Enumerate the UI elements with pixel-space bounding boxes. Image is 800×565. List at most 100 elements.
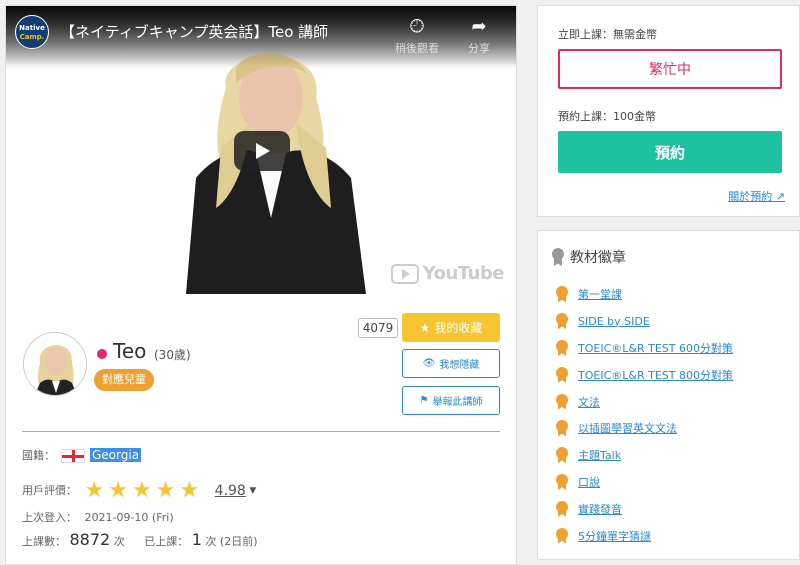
taken-ago: (2日前) xyxy=(219,535,258,548)
badge-item: 口說 xyxy=(556,469,733,496)
teacher-age: (30歲) xyxy=(154,348,191,362)
status-dot xyxy=(97,349,107,359)
badge-item: 主題Talk xyxy=(556,442,733,469)
badge-link[interactable]: SIDE by SIDE xyxy=(578,315,650,328)
badge-link[interactable]: 口說 xyxy=(578,474,600,490)
report-button-label: 舉報此講師 xyxy=(432,397,483,408)
youtube-logo[interactable]: YouTube xyxy=(390,263,505,284)
clock-icon: 🕘︎ xyxy=(409,16,425,37)
badges-title: 教材徽章 xyxy=(570,250,626,266)
taken-unit: 次 xyxy=(205,535,217,548)
medal-icon xyxy=(552,248,564,266)
last-login-value: 2021-09-10 (Fri) xyxy=(84,511,174,524)
star-icon: ★ xyxy=(155,478,176,503)
lesson-count-row: 上課數： 8872 次 已上課： 1 次 (2日前) xyxy=(22,530,258,549)
star-icon: ★ xyxy=(84,478,105,503)
badge-link[interactable]: 以插圖學習英文文法 xyxy=(578,420,677,436)
lessons-unit: 次 xyxy=(113,535,125,548)
medal-icon xyxy=(556,393,568,410)
taken-value: 1 xyxy=(191,530,202,549)
last-login-label: 上次登入： xyxy=(22,511,77,524)
taken-label: 已上課： xyxy=(144,535,189,548)
badge-list: 第一堂課 SIDE by SIDE TOEIC®L&R TEST 600分對策 … xyxy=(556,281,733,549)
star-icon: ★ xyxy=(131,478,152,503)
teacher-avatar xyxy=(23,332,87,396)
badge-item: 以插圖學習英文文法 xyxy=(556,415,733,442)
hide-button-label: 我想隱藏 xyxy=(439,360,480,371)
country-value: Georgia xyxy=(90,448,142,462)
star-icon: ★ xyxy=(419,320,431,335)
hide-teacher-button[interactable]: 👁︎ 我想隱藏 xyxy=(402,349,500,378)
share-label: 分享 xyxy=(468,42,490,55)
badge-item: TOEIC®L&R TEST 600分對策 xyxy=(556,335,733,362)
last-login-row: 上次登入： 2021-09-10 (Fri) xyxy=(22,509,174,525)
rating-value[interactable]: 4.98 xyxy=(215,483,246,499)
medal-icon xyxy=(556,366,568,383)
about-reservation-label: 關於預約 xyxy=(728,190,773,203)
medal-icon xyxy=(556,313,568,329)
badge-item: SIDE by SIDE xyxy=(556,308,733,335)
section-divider xyxy=(22,431,500,432)
avatar-image xyxy=(24,333,86,395)
badge-link[interactable]: 第一堂課 xyxy=(578,286,622,302)
country-row: 國籍： Georgia xyxy=(22,447,142,463)
favorite-button[interactable]: ★ 我的收藏 xyxy=(402,313,500,342)
channel-logo-text-2: Camp. xyxy=(19,33,45,41)
star-icon: ★ xyxy=(108,478,128,503)
badge-link[interactable]: 實踐發音 xyxy=(578,501,622,517)
teacher-name: Teo xyxy=(113,339,147,363)
badge-link[interactable]: 5分鐘單字猜謎 xyxy=(578,528,651,544)
rating-row: 用戶評價： ★ ★ ★ ★ ★ 4.98 ▼ xyxy=(22,480,256,502)
favorite-count: 4079 xyxy=(358,318,398,338)
badge-item: 第一堂課 xyxy=(556,281,733,308)
watch-later-label: 稍後觀看 xyxy=(395,42,439,55)
instant-lesson-label: 立即上課：無需金幣 xyxy=(558,28,657,41)
badge-link[interactable]: TOEIC®L&R TEST 800分對策 xyxy=(578,367,733,383)
badge-item: 5分鐘單字猜謎 xyxy=(556,522,733,549)
lessons-value: 8872 xyxy=(69,530,111,549)
teacher-profile-card: Native Camp. 【ネイティブキャンプ英会話】Teo 講師 🕘︎ 稍後觀… xyxy=(5,5,517,565)
badges-heading: 教材徽章 xyxy=(552,247,626,267)
lessons-label: 上課數： xyxy=(22,535,66,548)
medal-icon xyxy=(556,527,568,544)
report-teacher-button[interactable]: ⚑ 舉報此講師 xyxy=(402,386,500,415)
channel-logo-text-1: Native xyxy=(19,24,45,32)
medal-icon xyxy=(556,447,568,463)
reserve-button[interactable]: 預約 xyxy=(558,131,782,173)
watch-later-button[interactable]: 🕘︎ 稍後觀看 xyxy=(392,16,442,56)
badge-item: TOEIC®L&R TEST 800分對策 xyxy=(556,361,733,388)
kids-support-badge: 對應兒童 xyxy=(94,369,154,391)
video-title[interactable]: 【ネイティブキャンプ英会話】Teo 講師 xyxy=(60,21,328,42)
country-label: 國籍： xyxy=(22,449,55,462)
intro-video-player[interactable]: Native Camp. 【ネイティブキャンプ英会話】Teo 講師 🕘︎ 稍後觀… xyxy=(6,6,516,294)
medal-icon xyxy=(556,420,568,436)
medal-icon xyxy=(556,286,568,302)
favorite-button-label: 我的收藏 xyxy=(434,321,483,335)
star-icon: ★ xyxy=(179,478,200,503)
badge-item: 實踐發音 xyxy=(556,495,733,522)
booking-card: 立即上課：無需金幣 繁忙中 預約上課：100金幣 預約 關於預約 ↗ xyxy=(537,5,800,217)
eye-slash-icon: 👁︎ xyxy=(422,358,436,369)
material-badges-card: 教材徽章 第一堂課 SIDE by SIDE TOEIC®L&R TEST 60… xyxy=(537,230,800,560)
youtube-play-icon xyxy=(390,263,419,284)
medal-icon xyxy=(556,500,568,517)
medal-icon xyxy=(556,473,568,490)
caret-down-icon[interactable]: ▼ xyxy=(249,486,256,496)
badge-link[interactable]: TOEIC®L&R TEST 600分對策 xyxy=(578,340,733,356)
reserve-lesson-label: 預約上課：100金幣 xyxy=(558,110,656,123)
badge-link[interactable]: 文法 xyxy=(578,394,600,410)
georgia-flag-icon xyxy=(60,449,85,463)
play-button[interactable] xyxy=(234,131,290,171)
share-icon: ➦ xyxy=(471,16,487,37)
rating-label: 用戶評價： xyxy=(22,484,77,497)
external-link-icon: ↗ xyxy=(775,190,785,203)
badge-link[interactable]: 主題Talk xyxy=(578,447,621,463)
busy-status-button[interactable]: 繁忙中 xyxy=(558,49,782,89)
youtube-logo-text: YouTube xyxy=(422,263,505,284)
about-reservation-link[interactable]: 關於預約 ↗ xyxy=(728,188,785,204)
medal-icon xyxy=(556,339,568,356)
share-button[interactable]: ➦ 分享 xyxy=(454,16,504,56)
channel-logo[interactable]: Native Camp. xyxy=(15,15,49,49)
flag-icon: ⚑ xyxy=(419,395,429,406)
badge-item: 文法 xyxy=(556,388,733,415)
